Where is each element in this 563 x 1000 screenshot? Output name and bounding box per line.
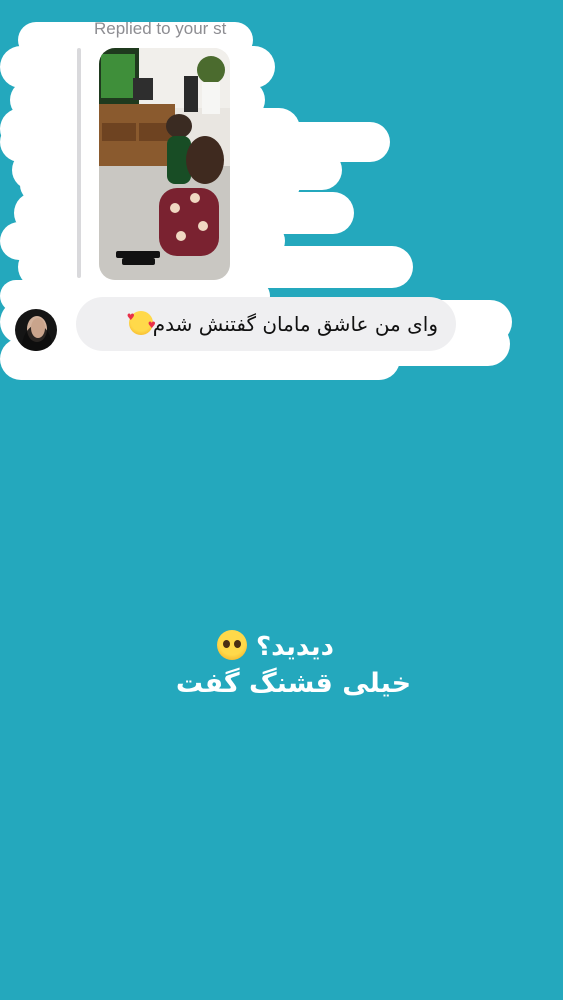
story-image <box>99 48 230 280</box>
reply-quote-bar <box>77 48 81 278</box>
message-text: وای من عاشق مامان گفتنش شدم <box>152 312 438 336</box>
story-thumbnail[interactable] <box>99 48 230 280</box>
avatar-image <box>15 309 57 351</box>
message-text-row: وای من عاشق مامان گفتنش شدم ♥ ♥ <box>127 311 438 336</box>
caption-line-1: دیدید؟ <box>0 630 557 662</box>
message-bubble[interactable]: وای من عاشق مامان گفتنش شدم ♥ ♥ <box>76 297 456 351</box>
pleading-face-icon <box>216 630 247 660</box>
caption-line-1-text: دیدید؟ <box>256 632 335 662</box>
smiling-face-with-hearts-icon: ♥ ♥ <box>127 311 156 335</box>
caption-line-2: خیلی قشنگ گفت <box>175 668 412 699</box>
replied-to-story-label: Replied to your st <box>94 19 227 38</box>
avatar[interactable] <box>15 309 57 351</box>
